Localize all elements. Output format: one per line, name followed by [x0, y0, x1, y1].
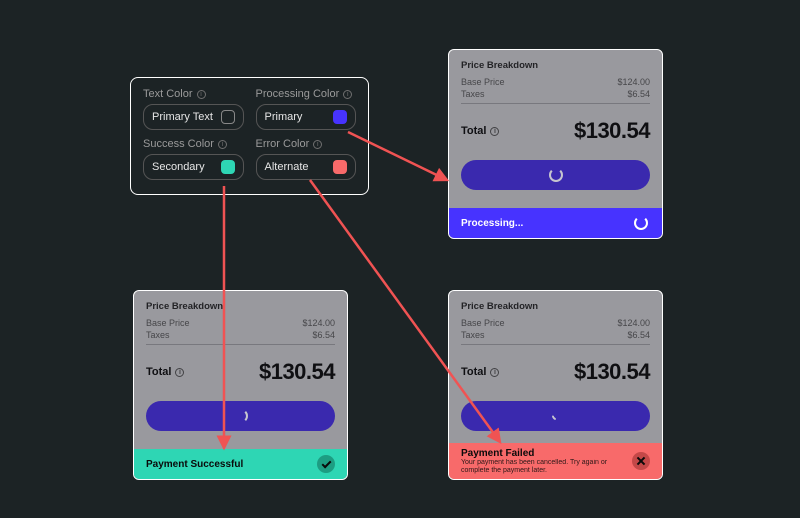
error-color-select[interactable]: Alternate — [256, 154, 357, 180]
total-label: Totali — [461, 125, 499, 137]
pay-button[interactable] — [461, 401, 650, 431]
total-amount: $130.54 — [574, 118, 650, 144]
taxes-label: Taxes — [461, 330, 485, 340]
processing-color-value: Primary — [265, 111, 303, 123]
text-color-label: Text Color i — [143, 88, 244, 100]
breakdown-title: Price Breakdown — [461, 301, 650, 312]
success-color-field: Success Color i Secondary — [143, 138, 244, 180]
total-label: Totali — [461, 366, 499, 378]
total-label: Totali — [146, 366, 184, 378]
success-check-icon — [317, 455, 335, 473]
error-color-value: Alternate — [265, 161, 309, 173]
error-color-swatch — [333, 160, 347, 174]
total-amount: $130.54 — [574, 359, 650, 385]
pay-button[interactable] — [461, 160, 650, 190]
status-bar-success: Payment Successful — [134, 449, 347, 479]
text-color-value: Primary Text — [152, 111, 213, 123]
info-icon: i — [218, 140, 227, 149]
taxes-label: Taxes — [461, 89, 485, 99]
status-failed-title: Payment Failed — [461, 448, 632, 459]
base-price-value: $124.00 — [617, 318, 650, 328]
text-color-select[interactable]: Primary Text — [143, 104, 244, 130]
spinner-icon — [634, 216, 648, 230]
spinner-icon — [234, 409, 248, 423]
breakdown-title: Price Breakdown — [461, 60, 650, 71]
error-color-label: Error Color i — [256, 138, 357, 150]
text-color-field: Text Color i Primary Text — [143, 88, 244, 130]
text-color-swatch — [221, 110, 235, 124]
success-color-swatch — [221, 160, 235, 174]
error-color-field: Error Color i Alternate — [256, 138, 357, 180]
total-amount: $130.54 — [259, 359, 335, 385]
connection-arrows — [0, 0, 800, 518]
info-icon: i — [490, 368, 499, 377]
spinner-icon — [550, 410, 561, 421]
preview-error: Price Breakdown Base Price $124.00 Taxes $… — [448, 290, 663, 480]
info-icon: i — [343, 90, 352, 99]
info-icon: i — [175, 368, 184, 377]
base-price-label: Base Price — [461, 318, 505, 328]
taxes-value: $6.54 — [312, 330, 335, 340]
processing-color-select[interactable]: Primary — [256, 104, 357, 130]
info-icon: i — [197, 90, 206, 99]
status-failed-msg: Your payment has been cancelled. Try aga… — [461, 459, 632, 474]
taxes-label: Taxes — [146, 330, 170, 340]
taxes-value: $6.54 — [627, 330, 650, 340]
success-color-value: Secondary — [152, 161, 205, 173]
status-success-text: Payment Successful — [146, 459, 243, 470]
preview-processing: Price Breakdown Base Price $124.00 Taxes $… — [448, 49, 663, 239]
error-close-icon — [632, 452, 650, 470]
success-color-label: Success Color i — [143, 138, 244, 150]
info-icon: i — [313, 140, 322, 149]
base-price-label: Base Price — [461, 77, 505, 87]
status-bar-processing: Processing... — [449, 208, 662, 238]
breakdown-title: Price Breakdown — [146, 301, 335, 312]
spinner-icon — [549, 168, 563, 182]
processing-color-field: Processing Color i Primary — [256, 88, 357, 130]
base-price-label: Base Price — [146, 318, 190, 328]
pay-button[interactable] — [146, 401, 335, 431]
taxes-value: $6.54 — [627, 89, 650, 99]
preview-success: Price Breakdown Base Price $124.00 Taxes $… — [133, 290, 348, 480]
processing-color-label: Processing Color i — [256, 88, 357, 100]
status-bar-error: Payment Failed Your payment has been can… — [449, 443, 662, 479]
info-icon: i — [490, 127, 499, 136]
success-color-select[interactable]: Secondary — [143, 154, 244, 180]
color-settings-panel: Text Color i Primary Text Processing Col… — [130, 77, 369, 195]
base-price-value: $124.00 — [302, 318, 335, 328]
status-processing-text: Processing... — [461, 218, 523, 229]
base-price-value: $124.00 — [617, 77, 650, 87]
processing-color-swatch — [333, 110, 347, 124]
